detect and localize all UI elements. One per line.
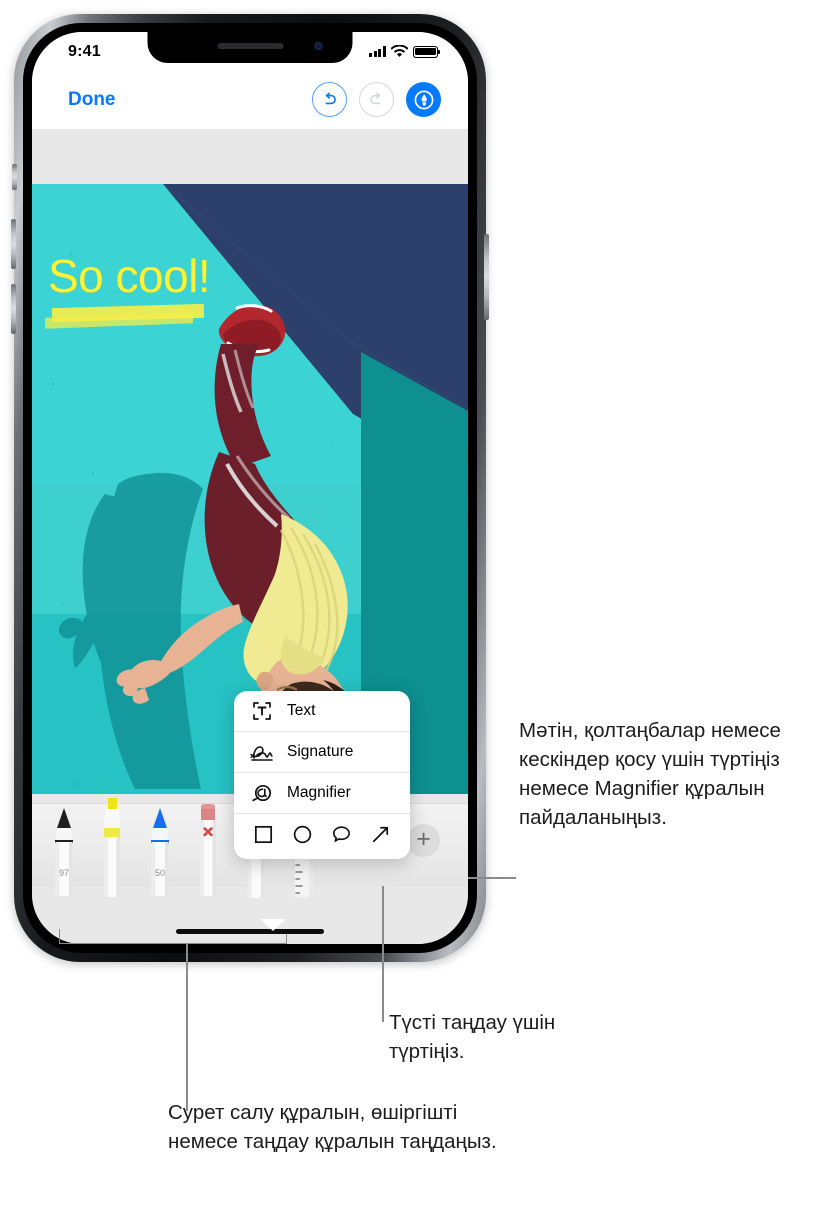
signature-icon — [245, 740, 279, 764]
popup-menu-tail — [260, 919, 286, 931]
earpiece-speaker — [217, 43, 283, 49]
status-time: 9:41 — [68, 43, 101, 60]
callout-leader-color-picker — [382, 882, 384, 1022]
add-markup-button[interactable]: + — [407, 824, 440, 857]
marker-tool[interactable]: 50 — [136, 804, 184, 896]
pen-opacity-value: 97 — [58, 868, 70, 878]
callout-leader-drawing-tools — [186, 943, 188, 1111]
redo-button[interactable] — [359, 82, 394, 117]
photo-annotation-text[interactable]: So cool! — [48, 249, 211, 303]
callout-color-picker-text: Түсті таңдау үшін түртіңіз. — [389, 1011, 556, 1063]
highlighter-tool[interactable] — [88, 798, 136, 897]
display-notch — [147, 32, 353, 63]
iphone-device-frame: 9:41 Done So cool! Text Signature Magnif… — [11, 14, 489, 962]
redo-arrow-icon — [370, 92, 381, 105]
undo-arrow-icon — [325, 92, 336, 105]
cellular-bars-icon — [369, 46, 386, 57]
callout-markup-tools-text: Мәтін, қолтаңбалар немесе кескіндер қосу… — [519, 719, 781, 829]
marker-opacity-value: 50 — [154, 868, 166, 878]
markup-pen-icon — [414, 90, 433, 109]
arrow-shape-icon[interactable] — [369, 823, 392, 851]
navigation-bar: Done — [32, 76, 468, 129]
magnifier-icon — [245, 781, 279, 805]
square-shape-icon[interactable] — [252, 823, 275, 851]
volume-up-button[interactable] — [11, 219, 16, 269]
popup-shape-row — [234, 814, 410, 859]
pen-tool[interactable]: 97 — [40, 804, 88, 896]
popup-item-label: Text — [287, 702, 316, 719]
popup-item-signature[interactable]: Signature — [234, 732, 410, 773]
volume-down-button[interactable] — [11, 284, 16, 334]
callout-drawing-tools-text: Сурет салу құралын, өшіргішті немесе таң… — [168, 1101, 497, 1153]
popup-item-text[interactable]: Text — [234, 691, 410, 732]
circle-shape-icon[interactable] — [291, 823, 314, 851]
mute-switch-button[interactable] — [12, 164, 17, 190]
nav-action-buttons — [312, 82, 441, 117]
battery-icon — [413, 45, 441, 58]
done-button[interactable]: Done — [68, 89, 116, 111]
markup-content-area: So cool! Text Signature Magnifier 97 50 … — [32, 129, 468, 944]
status-indicators — [369, 45, 441, 58]
plus-icon: + — [416, 824, 431, 853]
undo-button[interactable] — [312, 82, 347, 117]
phone-screen: 9:41 Done So cool! Text Signature Magnif… — [32, 32, 468, 944]
power-button[interactable] — [484, 234, 489, 320]
speech-bubble-shape-icon[interactable] — [330, 823, 353, 851]
wifi-icon — [391, 45, 408, 57]
eraser-tool[interactable] — [184, 804, 232, 896]
popup-item-label: Magnifier — [287, 784, 351, 801]
home-indicator[interactable] — [176, 928, 324, 934]
markup-add-popup-menu: Text Signature Magnifier — [234, 691, 410, 859]
markup-button[interactable] — [406, 82, 441, 117]
popup-item-magnifier[interactable]: Magnifier — [234, 773, 410, 814]
front-camera-icon — [314, 42, 323, 50]
popup-item-label: Signature — [287, 743, 354, 760]
phone-bezel: 9:41 Done So cool! Text Signature Magnif… — [23, 23, 477, 953]
text-box-icon — [245, 699, 279, 723]
